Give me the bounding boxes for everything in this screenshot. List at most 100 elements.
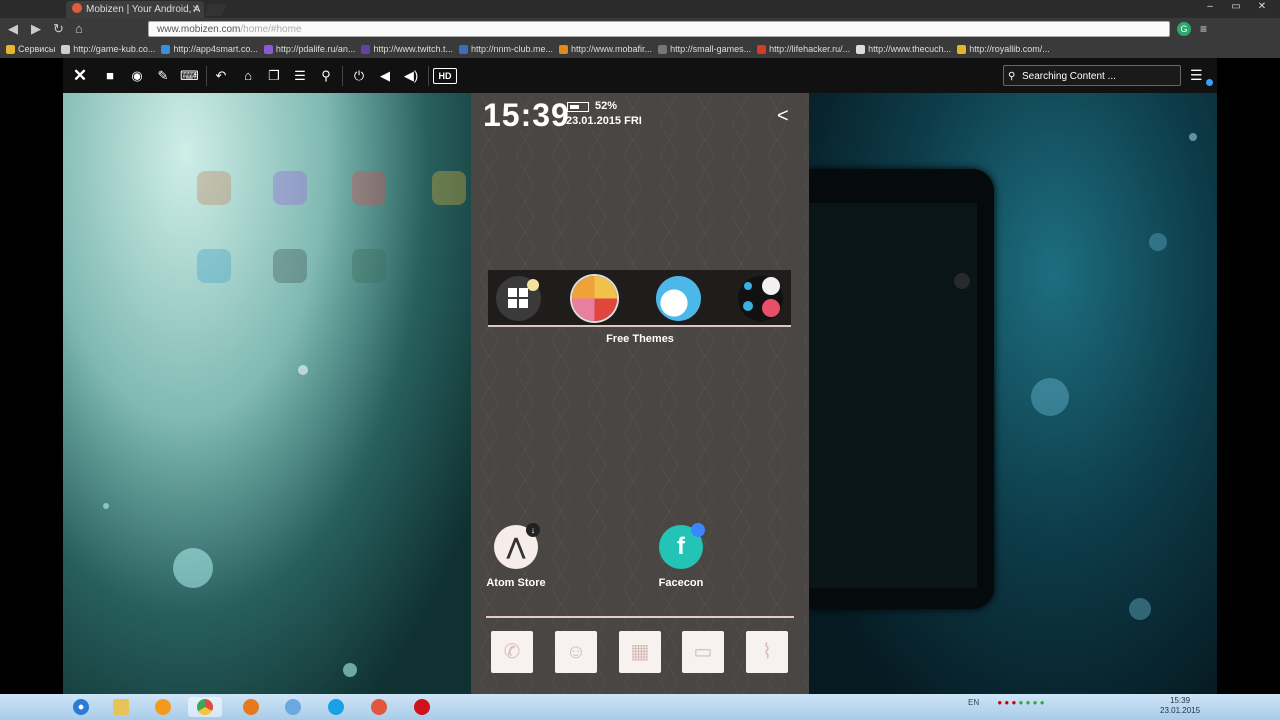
- notification-dot: [1206, 79, 1213, 86]
- left-margin: [0, 58, 63, 694]
- blurred-app-icon: [432, 171, 466, 205]
- record-icon[interactable]: [405, 697, 439, 717]
- minimize-button[interactable]: –: [1200, 0, 1220, 14]
- bookmark-item[interactable]: Сервисы: [6, 44, 55, 54]
- dock-divider: [486, 616, 794, 618]
- atom-store-icon: ⋀ ↓: [494, 523, 540, 569]
- right-wallpaper: [809, 93, 1217, 694]
- battery-icon: [567, 102, 589, 112]
- bookmark-item[interactable]: http://pdalife.ru/an...: [263, 44, 355, 54]
- skype-icon[interactable]: [319, 697, 353, 717]
- home-icon[interactable]: ⌂: [75, 21, 83, 37]
- address-bar[interactable]: www.mobizen.com/home/#home: [148, 21, 1170, 37]
- video-icon[interactable]: ■: [101, 67, 119, 85]
- start-button[interactable]: [64, 697, 98, 717]
- bookmark-label: http://royallib.com/...: [969, 44, 1050, 54]
- firefox-icon[interactable]: [234, 697, 268, 717]
- tab-title: Mobizen | Your Android, A: [86, 4, 201, 15]
- bookmark-favicon-icon: [957, 44, 967, 54]
- chevron-left-icon[interactable]: <: [777, 105, 789, 128]
- browser-icon[interactable]: ⌇: [746, 631, 788, 673]
- home-icon[interactable]: ⌂: [239, 67, 257, 85]
- hd-button[interactable]: HD: [433, 68, 457, 84]
- blurred-phone-screen: [809, 203, 977, 588]
- tray-time: 15:39: [1170, 696, 1191, 705]
- bookmark-item[interactable]: http://app4smart.co...: [161, 44, 258, 54]
- volume-up-icon[interactable]: ◀): [402, 67, 420, 85]
- atom-store-app[interactable]: ⋀ ↓ Atom Store: [471, 523, 561, 589]
- colorful-theme-icon[interactable]: [572, 276, 617, 321]
- back-icon[interactable]: ↶: [212, 67, 230, 85]
- phone-icon[interactable]: ✆: [491, 631, 533, 673]
- bookmark-label: http://nnm-club.me...: [470, 44, 554, 54]
- tray-icon[interactable]: ● ● ●: [997, 698, 1016, 707]
- keyboard-icon[interactable]: ⌨: [180, 67, 199, 85]
- bookmark-favicon-icon: [6, 44, 15, 54]
- messages-icon[interactable]: ▭: [682, 631, 724, 673]
- free-themes-folder[interactable]: [488, 270, 791, 327]
- right-margin: [1217, 58, 1280, 694]
- phone-screen[interactable]: 15:39 52% 23.01.2015 FRI < Free Themes ⋀…: [471, 93, 809, 694]
- notification-badge: [691, 523, 705, 537]
- bokeh-dot: [1129, 598, 1151, 620]
- menu-icon[interactable]: ☰: [291, 67, 309, 85]
- bookmark-item[interactable]: http://nnm-club.me...: [458, 44, 554, 54]
- bookmark-item[interactable]: http://royallib.com/...: [957, 44, 1050, 54]
- bookmark-favicon-icon: [658, 44, 668, 54]
- contacts-icon[interactable]: ☺: [555, 631, 597, 673]
- bookmark-label: http://game-kub.co...: [73, 44, 156, 54]
- blue-theme-icon[interactable]: [656, 276, 701, 321]
- tray-icon[interactable]: ● ● ● ●: [1019, 698, 1045, 707]
- search-placeholder: Searching Content ...: [1022, 71, 1116, 82]
- bookmark-item[interactable]: http://www.mobafir...: [559, 44, 652, 54]
- chrome-icon[interactable]: [188, 697, 222, 717]
- mobizen-icon[interactable]: [362, 697, 396, 717]
- battery-percent: 52%: [595, 100, 618, 112]
- bookmark-favicon-icon: [161, 44, 171, 54]
- browser-tab-strip: Mobizen | Your Android, A ✕ – ▭ ✕: [0, 0, 1280, 18]
- bookmark-item[interactable]: http://game-kub.co...: [61, 44, 155, 54]
- close-tab-icon[interactable]: ✕: [192, 1, 200, 18]
- bokeh-dot: [298, 365, 308, 375]
- search-input[interactable]: ⚲ Searching Content ...: [1003, 65, 1181, 86]
- dots-theme-icon[interactable]: [738, 276, 783, 321]
- close-icon[interactable]: ✕: [71, 67, 89, 85]
- window-controls: – ▭ ✕: [1200, 0, 1272, 14]
- power-icon[interactable]: ⏻: [350, 67, 368, 85]
- bookmark-favicon-icon: [559, 44, 569, 54]
- download-badge-icon: ↓: [526, 523, 540, 537]
- explorer-icon[interactable]: [104, 697, 138, 717]
- back-icon[interactable]: ◀: [8, 21, 18, 37]
- search-icon[interactable]: ⚲: [317, 67, 335, 85]
- new-tab-button[interactable]: [203, 4, 227, 16]
- maximize-button[interactable]: ▭: [1226, 0, 1246, 14]
- bookmark-favicon-icon: [458, 44, 468, 54]
- bookmarks-bar: Сервисы http://game-kub.co... http://app4s…: [0, 40, 1280, 58]
- theme-grid-icon[interactable]: [496, 276, 541, 321]
- list-menu-icon[interactable]: ☰: [1190, 67, 1213, 86]
- browser-tab[interactable]: Mobizen | Your Android, A ✕: [66, 1, 204, 18]
- mobizen-toolbar: ✕ ■ ◉ ✎ ⌨ ↶ ⌂ ❐ ☰ ⚲ ⏻ ◀ ◀) HD ⚲ Searching…: [63, 58, 1217, 93]
- extension-icon[interactable]: G: [1177, 22, 1191, 36]
- bokeh-dot: [173, 548, 213, 588]
- recent-apps-icon[interactable]: ❐: [265, 67, 283, 85]
- bokeh-dot: [1189, 133, 1197, 141]
- camera-icon[interactable]: ◉: [128, 67, 146, 85]
- pen-icon[interactable]: ✎: [154, 67, 172, 85]
- browser-menu-icon[interactable]: ≡: [1200, 22, 1212, 36]
- blurred-app-icon: [197, 171, 231, 205]
- media-player-icon[interactable]: [146, 697, 180, 717]
- globe-icon[interactable]: [276, 697, 310, 717]
- facecon-app[interactable]: f Facecon: [636, 523, 726, 589]
- close-window-button[interactable]: ✕: [1252, 0, 1272, 14]
- apps-icon[interactable]: ▦: [619, 631, 661, 673]
- tray-clock[interactable]: 15:39 23.01.2015: [1160, 696, 1200, 716]
- language-indicator[interactable]: EN: [968, 698, 979, 707]
- forward-icon[interactable]: ▶: [31, 21, 41, 37]
- volume-down-icon[interactable]: ◀: [376, 67, 394, 85]
- bookmark-item[interactable]: http://lifehacker.ru/...: [757, 44, 850, 54]
- reload-icon[interactable]: ↻: [53, 21, 64, 37]
- bookmark-item[interactable]: http://small-games...: [658, 44, 751, 54]
- bookmark-item[interactable]: http://www.twitch.t...: [361, 44, 453, 54]
- bookmark-item[interactable]: http://www.thecuch...: [856, 44, 951, 54]
